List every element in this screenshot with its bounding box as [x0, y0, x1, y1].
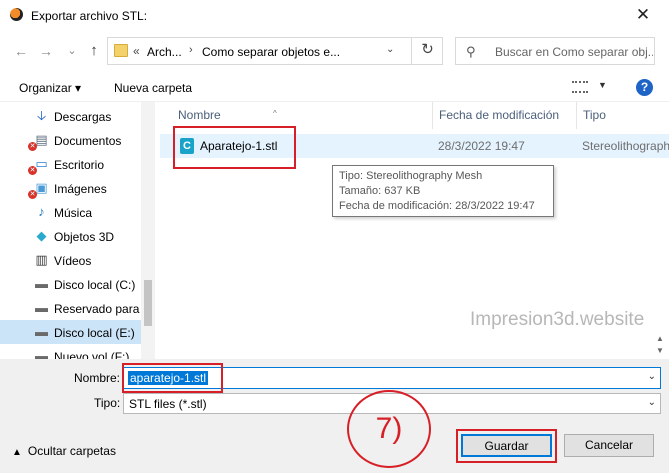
breadcrumb-archivos[interactable]: Arch... — [147, 45, 182, 59]
file-date: 28/3/2022 19:47 — [438, 139, 525, 153]
column-name-label: Nombre — [178, 108, 221, 122]
organize-button[interactable]: Organizar ▾ — [19, 81, 81, 95]
watermark: Impresion3d.website — [470, 309, 645, 330]
download-icon: 🡣 — [36, 108, 47, 123]
chevron-right-icon: › — [189, 44, 193, 56]
scroll-down-icon[interactable]: ▼ — [656, 346, 664, 355]
sidebar-item[interactable]: ▣ ✕ Imágenes — [0, 176, 141, 200]
search-box[interactable]: ⚲ Buscar en Como separar obj... — [455, 37, 655, 65]
sidebar-item[interactable]: ▬ Nuevo vol (F:) — [0, 344, 141, 360]
sidebar-item-label: Documentos — [54, 134, 122, 148]
close-icon[interactable]: ✕ — [630, 4, 656, 26]
error-badge-icon: ✕ — [28, 142, 37, 151]
recent-locations-icon[interactable]: ⌄ — [63, 42, 81, 60]
hide-folders-button[interactable]: ▲ Ocultar carpetas — [12, 444, 116, 458]
sidebar-item[interactable]: 🡣 Descargas — [0, 104, 141, 128]
sort-caret-icon: ^ — [273, 109, 277, 118]
file-name-highlight-box — [122, 363, 223, 393]
help-icon[interactable]: ? — [636, 79, 653, 96]
up-arrow-icon[interactable]: ↑ — [85, 42, 103, 60]
sidebar-item-label: Descargas — [54, 110, 112, 124]
sidebar-item-label: Disco local (C:) — [54, 278, 136, 292]
error-badge-icon: ✕ — [28, 166, 37, 175]
file-type-dropdown-icon[interactable]: ⌄ — [648, 397, 656, 408]
sidebar-item[interactable]: ▤ ✕ Documentos — [0, 128, 141, 152]
search-icon: ⚲ — [466, 44, 476, 59]
navigation-bar: ← → ⌄ ↑ « Arch... › Como separar objetos… — [0, 31, 669, 73]
sidebar-item[interactable]: ♪ Música — [0, 200, 141, 224]
chevron-down-icon[interactable]: ⌄ — [386, 44, 394, 55]
back-arrow-icon[interactable]: ← — [12, 42, 30, 60]
title-bar: Exportar archivo STL: ✕ — [0, 0, 669, 31]
objects-3d-icon: ◆ — [36, 228, 47, 243]
refresh-icon[interactable]: ↻ — [411, 37, 443, 65]
drive-e-icon: ▬ — [35, 324, 48, 339]
save-panel: Nombre: aparatejo-1.stl ⌄ Tipo: STL file… — [0, 359, 669, 473]
sidebar-item[interactable]: ▬ Reservado para el — [0, 296, 152, 320]
file-name-label: Nombre: — [74, 371, 121, 385]
hide-folders-label: Ocultar carpetas — [27, 444, 116, 458]
search-input[interactable]: Buscar en Como separar obj... — [495, 45, 653, 59]
file-name-dropdown-icon[interactable]: ⌄ — [648, 371, 656, 382]
sidebar-item[interactable]: ▬ Disco local (E:) — [0, 320, 141, 344]
file-type-label: Tipo: — [94, 396, 121, 410]
app-icon — [10, 8, 23, 21]
error-badge-icon: ✕ — [28, 190, 37, 199]
sidebar-item-label: Disco local (E:) — [54, 326, 135, 340]
breadcrumb-overflow[interactable]: « — [133, 44, 140, 58]
sidebar-item-label: Reservado para el — [54, 302, 153, 316]
save-button[interactable]: Guardar — [461, 434, 552, 457]
breadcrumb-current-folder[interactable]: Como separar objetos e... — [202, 45, 340, 59]
column-header-name[interactable]: ^ Nombre — [155, 102, 433, 129]
drive-c-icon: ▬ — [35, 276, 48, 291]
tooltip-type: Tipo: Stereolithography Mesh — [339, 170, 483, 182]
tooltip-size: Tamaño: 637 KB — [339, 185, 421, 197]
file-highlight-box — [173, 126, 296, 169]
column-header-date[interactable]: Fecha de modificación — [433, 102, 577, 129]
sidebar-item-label: Música — [54, 206, 93, 220]
drive-reserved-icon: ▬ — [35, 300, 48, 315]
new-folder-button[interactable]: Nueva carpeta — [114, 81, 192, 95]
scroll-up-icon[interactable]: ▲ — [656, 334, 664, 343]
navigation-pane: ▬ Nuevo vol (F:) ▬ Disco local (E:) ▬ Reserva… — [0, 102, 155, 359]
file-type-value: STL files (*.stl) — [129, 397, 207, 411]
sidebar-item[interactable]: ▥ Vídeos — [0, 248, 141, 272]
collapse-caret-icon: ▲ — [12, 447, 22, 458]
sidebar-item-label: Objetos 3D — [54, 230, 115, 244]
cancel-button[interactable]: Cancelar — [564, 434, 654, 457]
sidebar-scrollbar[interactable] — [141, 102, 155, 359]
sidebar-item[interactable]: ◆ Objetos 3D — [0, 224, 141, 248]
sidebar-item-label: Nuevo vol (F:) — [54, 350, 130, 359]
step-annotation: 7) — [347, 390, 431, 468]
file-list-scrollbar[interactable]: ▲ ▼ — [653, 102, 669, 359]
music-icon: ♪ — [38, 204, 45, 219]
forward-arrow-icon[interactable]: → — [37, 42, 55, 60]
folder-icon — [114, 44, 128, 57]
view-dropdown-icon[interactable]: ▼ — [598, 80, 607, 90]
command-toolbar: Organizar ▾ Nueva carpeta ▼ ? — [0, 73, 669, 102]
sidebar-scroll-thumb[interactable] — [144, 280, 152, 326]
sidebar-item[interactable]: ▬ Disco local (C:) — [0, 272, 141, 296]
sidebar-item-label: Escritorio — [54, 158, 105, 172]
address-bar[interactable]: « Arch... › Como separar objetos e... ⌄ … — [107, 37, 443, 65]
view-options-icon[interactable] — [572, 81, 588, 93]
file-tooltip: Tipo: Stereolithography Mesh Tamaño: 637… — [332, 165, 554, 217]
videos-icon: ▥ — [35, 252, 48, 267]
sidebar-item[interactable]: ▭ ✕ Escritorio — [0, 152, 141, 176]
window-title: Exportar archivo STL: — [31, 9, 148, 23]
sidebar-item-label: Vídeos — [54, 254, 92, 268]
drive-f-icon: ▬ — [35, 348, 48, 360]
sidebar-item-label: Imágenes — [54, 182, 107, 196]
file-list: ^ Nombre Fecha de modificación Tipo C Ap… — [155, 102, 669, 359]
tooltip-date: Fecha de modificación: 28/3/2022 19:47 — [339, 200, 535, 212]
